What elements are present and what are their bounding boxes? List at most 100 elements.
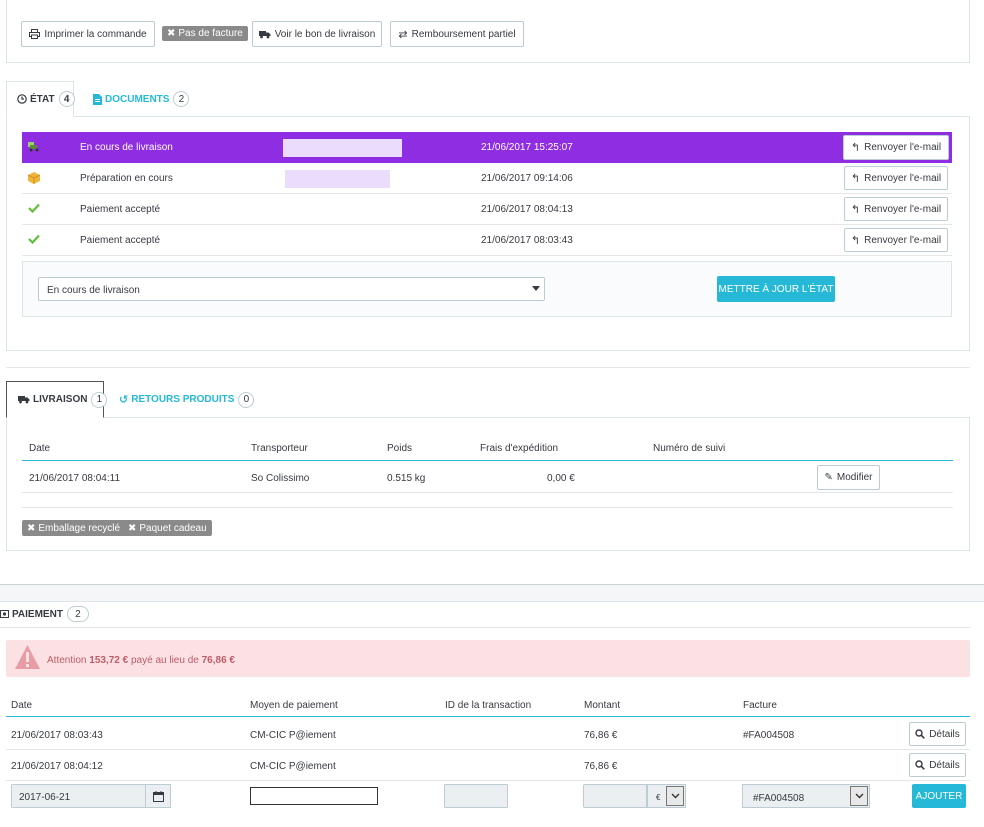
truck-icon <box>18 395 30 404</box>
reply-icon: ↰ <box>850 142 861 154</box>
shipping-header-tracking: Numéro de suivi <box>653 443 726 454</box>
payment-method-input[interactable] <box>250 787 378 805</box>
alert-expected-amount: 76,86 € <box>201 655 235 666</box>
shipping-header-carrier: Transporteur <box>251 443 308 454</box>
chevron-down-icon <box>666 786 684 806</box>
tab-documents-count: 2 <box>173 91 190 107</box>
tab-status[interactable]: ÉTAT 4 <box>6 81 75 117</box>
payment-warning-alert: Attention 153,72 € payé au lieu de 76,86… <box>6 640 970 677</box>
gift-wrapping-label: Paquet cadeau <box>139 522 207 534</box>
section-divider <box>6 367 970 368</box>
money-icon <box>0 610 9 618</box>
box-icon <box>28 172 40 184</box>
pencil-icon: ✎ <box>824 472 833 483</box>
undo-icon: ↺ <box>119 394 129 406</box>
currency-select[interactable]: € <box>647 784 686 808</box>
amount-input[interactable] <box>583 784 647 808</box>
currency-value: € <box>656 793 661 802</box>
shipping-header-weight: Poids <box>387 443 413 454</box>
history-state: Paiement accepté <box>80 235 161 246</box>
tab-documents-label: DOCUMENTS <box>105 93 170 105</box>
history-row: Paiement accepté 21/06/2017 08:03:43 ↰ R… <box>22 225 952 256</box>
add-payment-button[interactable]: AJOUTER <box>912 784 966 808</box>
history-state: En cours de livraison <box>80 142 173 153</box>
print-order-button[interactable]: Imprimer la commande <box>21 21 155 47</box>
payment-date: 21/06/2017 08:04:12 <box>11 761 103 772</box>
tab-product-returns[interactable]: ↺ RETOURS PRODUITS 0 <box>119 381 255 418</box>
update-state-label: METTRE À JOUR L'ÉTAT <box>718 283 834 295</box>
update-state-button[interactable]: METTRE À JOUR L'ÉTAT <box>717 276 835 302</box>
close-icon: ✖ <box>27 522 36 534</box>
payment-amount: 76,86 € <box>584 730 618 741</box>
calendar-button[interactable] <box>145 784 171 808</box>
tab-returns-count: 0 <box>238 391 255 408</box>
payment-heading: PAIEMENT 2 <box>0 605 89 623</box>
payment-header-invoice: Facture <box>743 700 777 711</box>
invoice-select[interactable]: #FA004508 <box>742 784 870 808</box>
resend-email-button[interactable]: ↰ Renvoyer l'e-mail <box>844 197 948 221</box>
chevron-down-icon <box>850 786 868 806</box>
resend-email-button[interactable]: ↰ Renvoyer l'e-mail <box>844 228 948 252</box>
view-delivery-slip-label: Voir le bon de livraison <box>274 28 376 40</box>
alert-prefix: Attention <box>47 655 87 666</box>
tab-status-count: 4 <box>58 91 75 107</box>
history-row: En cours de livraison 21/06/2017 15:25:0… <box>22 132 952 163</box>
reply-icon: ↰ <box>850 203 861 216</box>
history-date: 21/06/2017 09:14:06 <box>481 173 573 184</box>
payment-header-method: Moyen de paiement <box>250 700 338 711</box>
print-order-label: Imprimer la commande <box>44 28 147 40</box>
row-divider <box>6 749 970 750</box>
row-divider <box>22 507 953 508</box>
check-icon <box>28 203 40 213</box>
row-divider <box>22 492 953 493</box>
edit-shipping-button[interactable]: ✎ Modifier <box>817 465 880 490</box>
shipping-header-cost: Frais d'expédition <box>480 443 559 454</box>
table-header-line <box>6 716 970 717</box>
shipping-date: 21/06/2017 08:04:11 <box>29 473 121 484</box>
employee-name-redacted <box>285 170 390 188</box>
search-icon <box>915 729 926 739</box>
shipping-carrier: So Colissimo <box>251 473 310 484</box>
caret-down-icon <box>532 286 540 291</box>
payment-details-button[interactable]: Détails <box>909 753 966 777</box>
add-payment-label: AJOUTER <box>915 790 963 802</box>
payment-date-input[interactable]: 2017-06-21 <box>11 784 146 808</box>
transaction-id-input[interactable] <box>444 784 508 808</box>
truck-icon <box>28 141 41 152</box>
resend-email-button[interactable]: ↰ Renvoyer l'e-mail <box>844 166 948 190</box>
resend-email-button[interactable]: ↰ Renvoyer l'e-mail <box>843 135 949 160</box>
edit-shipping-label: Modifier <box>836 472 873 483</box>
file-icon <box>93 93 102 105</box>
alert-paid-amount: 153,72 € <box>89 655 129 666</box>
reply-icon: ↰ <box>850 234 861 247</box>
shipping-header-date: Date <box>29 443 51 454</box>
payment-separator <box>0 584 984 602</box>
state-select[interactable]: En cours de livraison <box>38 277 545 301</box>
history-date: 21/06/2017 08:03:43 <box>481 235 573 246</box>
resend-email-label: Renvoyer l'e-mail <box>864 203 942 215</box>
payment-heading-line <box>0 627 970 628</box>
tab-delivery[interactable]: LIVRAISON 1 <box>6 381 108 418</box>
payment-method: CM-CIC P@iement <box>250 730 336 741</box>
employee-name-redacted <box>283 139 402 157</box>
tab-documents[interactable]: DOCUMENTS 2 <box>93 81 190 117</box>
row-divider <box>6 780 970 781</box>
truck-icon <box>258 30 271 39</box>
payment-warning-text: Attention 153,72 € payé au lieu de 76,86… <box>47 655 235 666</box>
history-state: Paiement accepté <box>80 204 161 215</box>
payment-date-value: 2017-06-21 <box>19 792 71 803</box>
state-select-value: En cours de livraison <box>47 285 140 296</box>
payment-method: CM-CIC P@iement <box>250 761 336 772</box>
payment-amount: 76,86 € <box>584 761 618 772</box>
tab-status-label: ÉTAT <box>30 93 55 105</box>
tab-returns-label: RETOURS PRODUITS <box>131 394 235 405</box>
partial-refund-button[interactable]: ⇄ Remboursement partiel <box>390 21 524 47</box>
table-header-line <box>22 460 953 461</box>
payment-header-date: Date <box>11 700 33 711</box>
view-delivery-slip-button[interactable]: Voir le bon de livraison <box>252 21 382 47</box>
warning-icon <box>14 644 41 670</box>
payment-details-button[interactable]: Détails <box>909 722 966 746</box>
resend-email-label: Renvoyer l'e-mail <box>864 172 942 184</box>
payment-title: PAIEMENT <box>12 608 63 620</box>
calendar-icon <box>152 790 164 802</box>
